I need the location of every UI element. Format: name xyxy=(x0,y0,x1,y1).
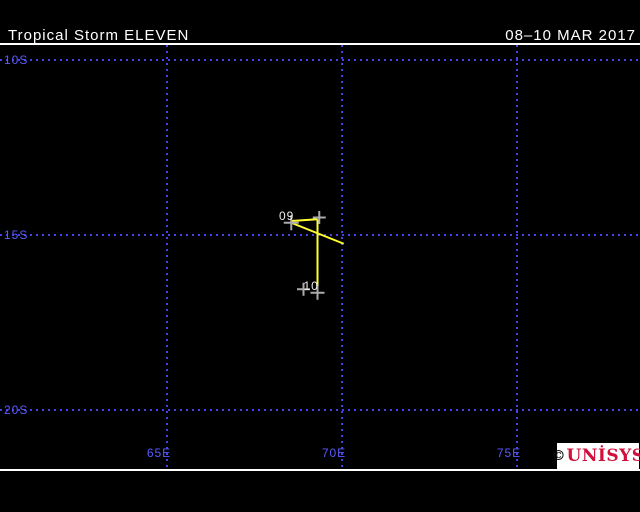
copyright-icon: © xyxy=(551,448,566,464)
footer-divider xyxy=(0,469,640,471)
day-label: 09 xyxy=(279,208,295,223)
unisys-brand-text: UNİSYS xyxy=(566,445,640,466)
storm-track-map: Tropical Storm ELEVEN 08–10 MAR 2017 10S… xyxy=(0,0,640,512)
track-segment xyxy=(291,218,318,222)
day-label: 10 xyxy=(303,278,319,293)
storm-track xyxy=(283,211,345,300)
unisys-logo: © UNİSYS xyxy=(552,443,640,469)
